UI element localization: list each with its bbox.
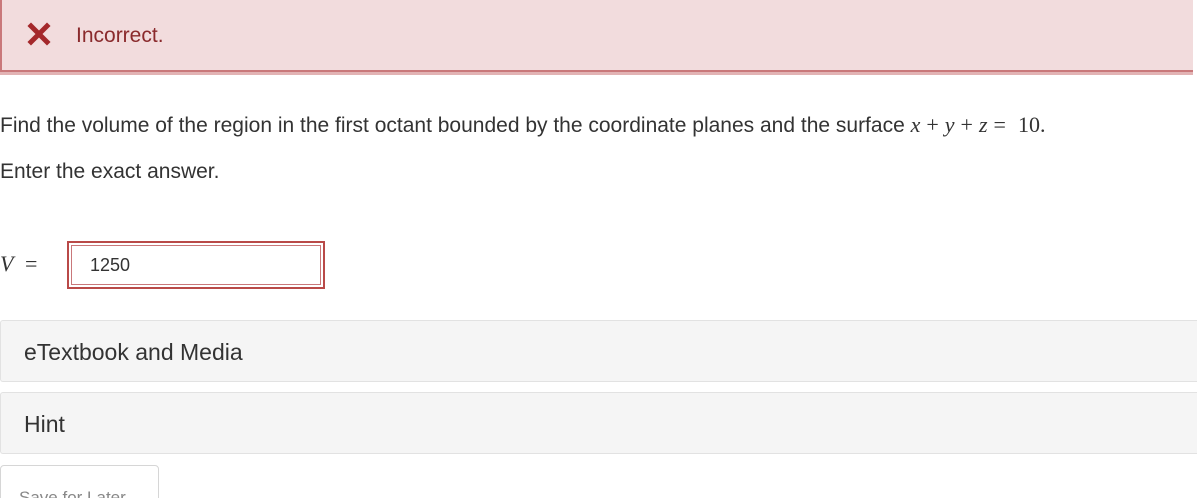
- question-page: Incorrect. Find the volume of the region…: [0, 0, 1197, 498]
- feedback-banner: Incorrect.: [0, 0, 1193, 72]
- eq-x: x: [910, 112, 921, 137]
- surface-equation: x + y + z = 10.: [911, 112, 1046, 137]
- hint-label: Hint: [24, 411, 65, 437]
- question-text: Find the volume of the region in the fir…: [0, 112, 1045, 138]
- eq-y: y: [944, 112, 955, 137]
- hint-panel[interactable]: Hint: [0, 392, 1197, 454]
- etextbook-media-label: eTextbook and Media: [24, 339, 243, 365]
- instruction-text: Enter the exact answer.: [0, 160, 220, 183]
- eq-z: z: [978, 112, 988, 137]
- feedback-text: Incorrect.: [76, 24, 164, 47]
- eq-equals: =: [993, 112, 1006, 137]
- answer-label: V =: [0, 251, 37, 277]
- answer-input-frame: [67, 241, 325, 289]
- eq-value: 10.: [1017, 112, 1046, 137]
- eq-plus-2: +: [960, 112, 973, 137]
- answer-input[interactable]: [71, 245, 321, 285]
- answer-variable: V: [0, 251, 14, 276]
- eq-plus-1: +: [926, 112, 939, 137]
- save-for-later-button[interactable]: Save for Later: [0, 465, 159, 498]
- etextbook-media-panel[interactable]: eTextbook and Media: [0, 320, 1197, 382]
- question-prefix: Find the volume of the region in the fir…: [0, 114, 911, 137]
- answer-equals: =: [24, 251, 38, 276]
- close-x-icon: [27, 22, 53, 48]
